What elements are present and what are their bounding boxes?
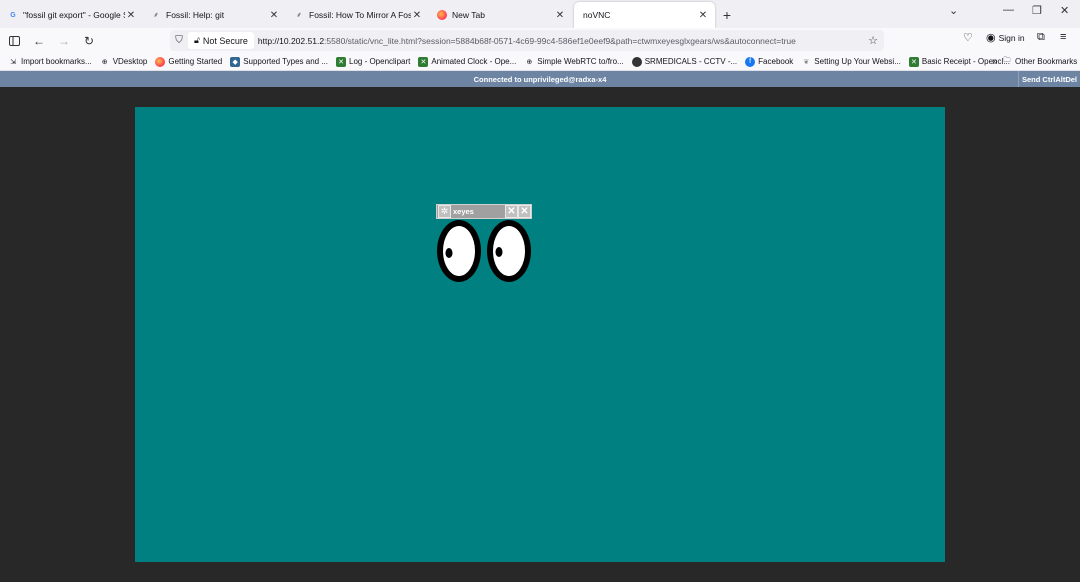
bookmark-label: Simple WebRTC to/fro... (537, 57, 624, 66)
tab-fossil-help[interactable]: ⸙ Fossil: Help: git ✕ (145, 2, 286, 28)
bookmark-supported-types[interactable]: ◆ Supported Types and ... (230, 56, 328, 67)
bookmark-setting-up-website[interactable]: ❦ Setting Up Your Websi... (801, 57, 901, 67)
bookmark-animated-clock[interactable]: ✕ Animated Clock - Ope... (418, 56, 517, 67)
window-menu-icon[interactable]: ✲ (438, 205, 451, 218)
connection-status: Connected to unprivileged@radxa-x4 (473, 74, 607, 84)
xeyes-eyes (437, 220, 531, 282)
forward-button[interactable]: → (53, 30, 75, 52)
tab-google-search[interactable]: G "fossil git export" - Google Search ✕ (2, 2, 143, 28)
bookmark-label: Import bookmarks... (21, 57, 92, 66)
close-icon[interactable]: ✕ (125, 10, 137, 21)
bookmark-getting-started[interactable]: Getting Started (155, 56, 223, 67)
bookmark-simple-webrtc[interactable]: ⊕ Simple WebRTC to/fro... (524, 57, 623, 67)
extensions-icon[interactable]: ⧉ (1037, 31, 1045, 44)
google-icon: G (10, 11, 16, 19)
db-icon: ◆ (230, 56, 241, 67)
new-tab-button[interactable]: + (715, 2, 739, 28)
bookmarks-overflow-button[interactable]: » (992, 56, 998, 67)
resize-button[interactable]: ✕ (518, 205, 531, 218)
circle-icon (631, 56, 642, 67)
firefox-icon (155, 56, 166, 67)
tab-new-tab[interactable]: New Tab ✕ (431, 2, 572, 28)
tab-title: "fossil git export" - Google Search (23, 10, 125, 20)
other-bookmarks[interactable]: 🗀︎ Other Bookmarks (1002, 57, 1078, 67)
globe-icon: ⊕ (101, 58, 108, 66)
leaf-icon: ❦ (803, 58, 810, 66)
xeyes-window[interactable]: ✲ xeyes ✕ ✕ (436, 204, 532, 284)
bookmark-label: Other Bookmarks (1015, 57, 1078, 66)
bookmark-label: Animated Clock - Ope... (431, 57, 517, 66)
globe-icon: ⊕ (526, 58, 533, 66)
url-host: http://10.202.51.2 (257, 35, 325, 46)
url-bar[interactable]: ⛉ 🔓︎ Not Secure http://10.202.51.2:5580/… (170, 30, 884, 51)
bookmark-log-openclipart[interactable]: ✕ Log - Openclipart (336, 56, 411, 67)
right-pupil (495, 247, 503, 257)
bookmark-vdesktop[interactable]: ⊕ VDesktop (100, 57, 148, 67)
close-window-button[interactable]: ✕ (1060, 4, 1069, 17)
back-button[interactable]: ← (28, 30, 50, 52)
x-icon: ✕ (418, 56, 429, 67)
sidebar-icon[interactable] (3, 30, 25, 52)
bookmark-label: SRMEDICALS - CCTV -... (644, 57, 738, 66)
import-icon: ⇲ (10, 58, 16, 66)
bookmark-label: Facebook (758, 57, 794, 66)
bookmarks-bar: ⇲ Import bookmarks... ⊕ VDesktop Getting S… (0, 53, 1080, 71)
iconify-button[interactable]: ✕ (505, 205, 518, 218)
shield-icon[interactable]: ⛉ (170, 35, 188, 46)
sign-in-button[interactable]: ◉ Sign in (986, 31, 1025, 44)
facebook-icon: f (745, 56, 756, 67)
close-icon[interactable]: ✕ (411, 10, 423, 21)
tab-title: Fossil: How To Mirror A Fossil Repositor… (309, 10, 411, 20)
tab-title: Fossil: Help: git (166, 10, 225, 20)
close-icon[interactable]: ✕ (268, 10, 280, 21)
tab-title: noVNC (583, 10, 611, 20)
bookmark-srmedicals[interactable]: SRMEDICALS - CCTV -... (631, 56, 738, 67)
account-icon: ◉ (986, 32, 996, 44)
xeyes-titlebar[interactable]: ✲ xeyes ✕ ✕ (436, 204, 532, 219)
security-indicator[interactable]: 🔓︎ Not Secure (188, 32, 254, 49)
pocket-icon[interactable]: ♡ (963, 31, 973, 44)
x-icon: ✕ (908, 56, 919, 67)
fossil-icon: ⸙ (296, 11, 302, 19)
firefox-icon (437, 10, 447, 20)
send-ctrl-alt-del-button[interactable]: Send CtrlAltDel (1017, 71, 1080, 87)
minimize-button[interactable]: — (1003, 4, 1014, 16)
vnc-viewport: ✲ xeyes ✕ ✕ (0, 87, 1080, 582)
tab-title: New Tab (452, 10, 485, 20)
close-icon[interactable]: ✕ (697, 10, 709, 21)
insecure-lock-icon: 🔓︎ (194, 35, 200, 45)
bookmark-label: Supported Types and ... (243, 57, 328, 66)
remote-desktop[interactable]: ✲ xeyes ✕ ✕ (135, 107, 945, 562)
reload-button[interactable]: ↻ (78, 30, 100, 52)
menu-icon[interactable]: ≡ (1060, 31, 1066, 43)
fossil-icon: ⸙ (153, 11, 159, 19)
bookmark-star-icon[interactable]: ☆ (868, 34, 878, 47)
bookmark-facebook[interactable]: f Facebook (745, 56, 794, 67)
nav-bar: ← → ↻ ⛉ 🔓︎ Not Secure http://10.202.51.2… (0, 28, 1080, 53)
restore-button[interactable]: ❐ (1032, 4, 1042, 17)
novnc-status-bar: Connected to unprivileged@radxa-x4 Send … (0, 71, 1080, 87)
close-icon[interactable]: ✕ (554, 10, 566, 21)
sign-in-label: Sign in (998, 32, 1025, 43)
security-label: Not Secure (202, 35, 248, 46)
folder-icon: 🗀︎ (1003, 57, 1011, 64)
bookmark-label: VDesktop (112, 57, 148, 66)
tab-fossil-mirror[interactable]: ⸙ Fossil: How To Mirror A Fossil Reposit… (288, 2, 429, 28)
bookmark-import[interactable]: ⇲ Import bookmarks... (8, 57, 92, 67)
tab-bar: G "fossil git export" - Google Search ✕ … (0, 0, 1080, 28)
url-path: :5580/static/vnc_lite.html?session=5884b… (324, 35, 796, 46)
left-pupil (445, 248, 453, 258)
xeyes-window-title: xeyes (453, 207, 474, 216)
bookmark-label: Setting Up Your Websi... (814, 57, 901, 66)
url-text[interactable]: http://10.202.51.2:5580/static/vnc_lite.… (258, 36, 796, 46)
tab-novnc[interactable]: noVNC ✕ (574, 2, 715, 28)
list-tabs-icon[interactable]: ⌄ (949, 4, 958, 17)
x-icon: ✕ (336, 56, 346, 67)
bookmark-label: Log - Openclipart (349, 57, 411, 66)
bookmark-label: Getting Started (168, 57, 223, 66)
